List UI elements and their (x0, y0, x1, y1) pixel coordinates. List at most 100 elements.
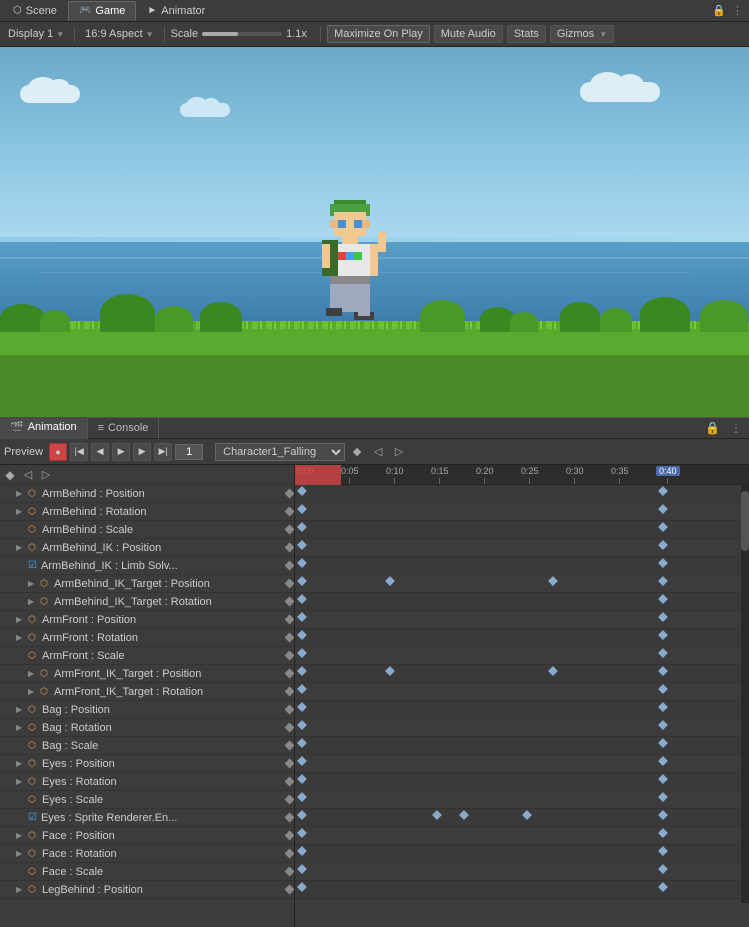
goto-start-button[interactable]: |◀ (70, 443, 88, 461)
prop-header-btn-1[interactable]: ◆ (2, 467, 18, 483)
prop-row-armBehindPos[interactable]: ▶ ⬡ ArmBehind : Position (0, 485, 294, 503)
keyframe[interactable] (658, 810, 668, 820)
keyframe[interactable] (297, 558, 307, 568)
clip-selector[interactable]: Character1_Falling (215, 443, 345, 461)
track-armBehindIKPos[interactable] (295, 539, 749, 557)
keyframe[interactable] (658, 738, 668, 748)
gizmos-button[interactable]: Gizmos ▼ (550, 25, 614, 43)
keyframe[interactable] (658, 828, 668, 838)
track-facePos[interactable] (295, 827, 749, 845)
track-bagScl[interactable] (295, 737, 749, 755)
keyframe[interactable] (658, 882, 668, 892)
keyframe[interactable] (459, 810, 469, 820)
prop-row-armFrontScl[interactable]: ▶ ⬡ ArmFront : Scale (0, 647, 294, 665)
track-armFrontIKTgtPos[interactable] (295, 665, 749, 683)
keyframe[interactable] (297, 576, 307, 586)
prop-row-armFrontPos[interactable]: ▶ ⬡ ArmFront : Position (0, 611, 294, 629)
track-armBehindIKTgtRot[interactable] (295, 593, 749, 611)
keyframe[interactable] (432, 810, 442, 820)
track-faceRot[interactable] (295, 845, 749, 863)
panel-more-icon[interactable]: ⋮ (727, 421, 745, 435)
keyframe[interactable] (297, 702, 307, 712)
track-armFrontIKTgtRot[interactable] (295, 683, 749, 701)
keyframe[interactable] (297, 864, 307, 874)
record-button[interactable]: ● (49, 443, 67, 461)
keyframe[interactable] (658, 522, 668, 532)
track-armFrontPos[interactable] (295, 611, 749, 629)
frame-input[interactable]: 1 (175, 444, 203, 460)
next-keyframe-button[interactable]: ▶ (133, 443, 151, 461)
prop-row-eyesScl[interactable]: ▶ ⬡ Eyes : Scale (0, 791, 294, 809)
keyframe[interactable] (297, 846, 307, 856)
tab-scene[interactable]: ⬡ Scene (2, 1, 68, 21)
keyframe[interactable] (297, 882, 307, 892)
track-armBehindPos[interactable] (295, 485, 749, 503)
prop-row-armFrontRot[interactable]: ▶ ⬡ ArmFront : Rotation (0, 629, 294, 647)
prop-row-bagScl[interactable]: ▶ ⬡ Bag : Scale (0, 737, 294, 755)
keyframe[interactable] (658, 486, 668, 496)
track-eyesScl[interactable] (295, 791, 749, 809)
track-bagPos[interactable] (295, 701, 749, 719)
keyframe[interactable] (658, 702, 668, 712)
prop-row-armBehindIKTgtPos[interactable]: ▶ ⬡ ArmBehind_IK_Target : Position (0, 575, 294, 593)
prop-row-eyesPos[interactable]: ▶ ⬡ Eyes : Position (0, 755, 294, 773)
keyframe[interactable] (522, 810, 532, 820)
keyframe[interactable] (297, 756, 307, 766)
stats-button[interactable]: Stats (507, 25, 546, 43)
track-armBehindIKLimb[interactable] (295, 557, 749, 575)
keyframe[interactable] (297, 522, 307, 532)
prop-row-facePos[interactable]: ▶ ⬡ Face : Position (0, 827, 294, 845)
prop-row-eyesRot[interactable]: ▶ ⬡ Eyes : Rotation (0, 773, 294, 791)
track-bagRot[interactable] (295, 719, 749, 737)
keyframe[interactable] (297, 738, 307, 748)
keyframe[interactable] (658, 864, 668, 874)
keyframe[interactable] (297, 504, 307, 514)
goto-end-button[interactable]: ▶| (154, 443, 172, 461)
tab-animation[interactable]: 🎬 Animation (0, 417, 88, 439)
keyframe[interactable] (658, 846, 668, 856)
keyframe[interactable] (297, 486, 307, 496)
play-button[interactable]: ▶ (112, 443, 130, 461)
keyframe[interactable] (297, 774, 307, 784)
keyframe[interactable] (658, 612, 668, 622)
keyframe[interactable] (658, 648, 668, 658)
track-legBehindPos[interactable] (295, 881, 749, 899)
keyframe[interactable] (658, 756, 668, 766)
panel-lock-icon[interactable]: 🔒 (702, 421, 723, 435)
tab-console[interactable]: ≡ Console (88, 417, 160, 439)
prop-header-btn-3[interactable]: ▷ (38, 467, 54, 483)
track-armFrontScl[interactable] (295, 647, 749, 665)
scale-bar[interactable] (202, 32, 282, 36)
prop-row-bagPos[interactable]: ▶ ⬡ Bag : Position (0, 701, 294, 719)
keyframe[interactable] (297, 612, 307, 622)
aspect-selector[interactable]: 16:9 Aspect ▼ (81, 26, 157, 42)
keyframe[interactable] (385, 666, 395, 676)
keyframe[interactable] (297, 666, 307, 676)
keyframe[interactable] (548, 576, 558, 586)
prop-row-faceRot[interactable]: ▶ ⬡ Face : Rotation (0, 845, 294, 863)
keyframe[interactable] (297, 648, 307, 658)
prop-row-faceScl[interactable]: ▶ ⬡ Face : Scale (0, 863, 294, 881)
prop-row-armFrontIKTgtPos[interactable]: ▶ ⬡ ArmFront_IK_Target : Position (0, 665, 294, 683)
tab-more-btn[interactable]: ⋮ (732, 4, 747, 17)
track-armBehindRot[interactable] (295, 503, 749, 521)
keyframe-nav-next[interactable]: ▷ (390, 443, 408, 461)
keyframe[interactable] (658, 558, 668, 568)
tab-animator[interactable]: ► Animator (136, 1, 216, 21)
prop-row-armBehindScl[interactable]: ▶ ⬡ ArmBehind : Scale (0, 521, 294, 539)
track-armFrontRot[interactable] (295, 629, 749, 647)
prop-row-legBehindPos[interactable]: ▶ ⬡ LegBehind : Position (0, 881, 294, 899)
prop-row-armBehindRot[interactable]: ▶ ⬡ ArmBehind : Rotation (0, 503, 294, 521)
mute-audio-button[interactable]: Mute Audio (434, 25, 503, 43)
scrollbar-thumb[interactable] (741, 491, 749, 551)
prop-header-btn-2[interactable]: ◁ (20, 467, 36, 483)
display-selector[interactable]: Display 1 ▼ (4, 26, 68, 42)
keyframe[interactable] (297, 810, 307, 820)
track-eyesSpriteRen[interactable] (295, 809, 749, 827)
keyframe[interactable] (297, 594, 307, 604)
keyframe-nav-prev[interactable]: ◁ (369, 443, 387, 461)
keyframe[interactable] (658, 540, 668, 550)
track-armBehindScl[interactable] (295, 521, 749, 539)
keyframe[interactable] (658, 576, 668, 586)
add-keyframe-button[interactable]: ◆ (348, 443, 366, 461)
